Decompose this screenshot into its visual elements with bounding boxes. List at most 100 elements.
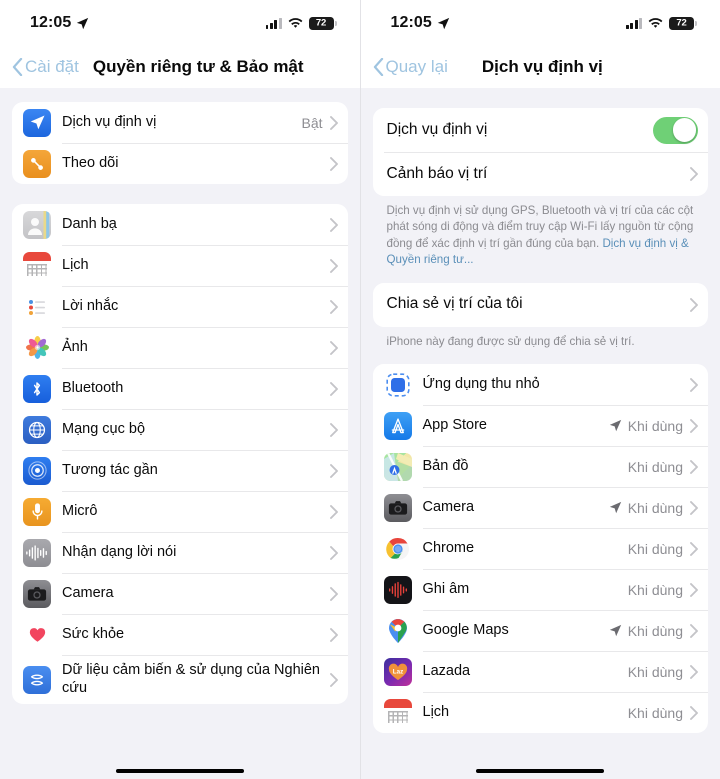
- page-title: Dịch vụ định vị: [481, 57, 603, 76]
- photos-icon: [23, 333, 51, 362]
- app-store-icon: [383, 411, 412, 440]
- list-item-label: Ứng dụng thu nhỏ: [422, 375, 540, 392]
- list-item-photos[interactable]: Ảnh: [12, 327, 348, 368]
- list-item-reminders[interactable]: Lời nhắc: [12, 286, 348, 327]
- nav-bar: Quay lại Dịch vụ định vị: [360, 46, 720, 88]
- chevron-right-icon: [329, 381, 338, 396]
- chevron-right-icon: [329, 627, 338, 642]
- list-item-speech-recognition[interactable]: Nhận dạng lời nói: [12, 532, 348, 573]
- wifi-icon: [288, 17, 302, 28]
- list-item-label: Camera: [62, 584, 114, 601]
- list-item-lazada[interactable]: Laz Lazada Khi dùng: [373, 651, 709, 692]
- location-services-toggle[interactable]: [653, 116, 698, 144]
- location-services-description: Dịch vụ định vị sử dụng GPS, Bluetooth v…: [373, 196, 709, 269]
- nearby-interactions-icon: [23, 456, 51, 485]
- list-item-apple-maps[interactable]: Bản đồ Khi dùng: [373, 446, 709, 487]
- list-item-label: Cảnh báo vị trí: [386, 164, 488, 182]
- list-item-google-maps[interactable]: Google Maps Khi dùng: [373, 610, 709, 651]
- chevron-right-icon: [329, 217, 338, 232]
- chevron-right-icon: [690, 541, 698, 556]
- list-item-nearby-interactions[interactable]: Tương tác gần: [12, 450, 348, 491]
- chevron-right-icon: [329, 545, 338, 560]
- status-bar-time: 12:05: [30, 14, 72, 31]
- battery-icon: 72: [308, 16, 337, 30]
- list-item-label: Lazada: [422, 662, 471, 679]
- battery-percent: 72: [315, 17, 327, 29]
- list-item-bluetooth[interactable]: Bluetooth: [12, 368, 348, 409]
- list-item-label: Ảnh: [62, 338, 88, 355]
- list-item-value: Khi dùng: [627, 581, 683, 598]
- list-item-location-services[interactable]: Dịch vụ định vị Bật: [12, 102, 348, 143]
- camera-icon: [23, 579, 51, 608]
- lazada-icon: Laz: [383, 657, 412, 686]
- calendar-icon: [383, 698, 412, 727]
- chevron-right-icon: [329, 586, 338, 601]
- list-item-contacts[interactable]: Danh bạ: [12, 204, 348, 245]
- svg-text:Laz: Laz: [392, 668, 403, 675]
- list-item-local-network[interactable]: Mạng cục bộ: [12, 409, 348, 450]
- list-item-camera[interactable]: Camera: [12, 573, 348, 614]
- list-item-calendar[interactable]: Lịch Khi dùng: [373, 692, 709, 733]
- list-item-app-clips[interactable]: Ứng dụng thu nhỏ: [373, 364, 709, 405]
- chevron-right-icon: [690, 664, 698, 679]
- chevron-right-icon: [329, 504, 338, 519]
- chevron-right-icon: [690, 377, 698, 392]
- home-indicator: [115, 768, 244, 773]
- list-item-value: Khi dùng: [627, 458, 683, 475]
- right-content: Dịch vụ định vị Cảnh báo vị trí Dịch vụ …: [360, 88, 720, 779]
- camera-icon: [383, 493, 412, 522]
- status-bar-right: 72: [626, 16, 697, 30]
- chevron-right-icon: [329, 672, 338, 687]
- battery-icon: 72: [669, 16, 697, 30]
- share-location-card: Chia sẻ vị trí của tôi: [372, 282, 709, 327]
- status-bar-left: 12:05: [30, 14, 89, 32]
- list-item-health[interactable]: Sức khỏe: [12, 614, 348, 655]
- location-arrow-icon: [609, 625, 621, 637]
- left-phone-screen: 12:05 72 Cài đặt Quyền riêng tư & Bảo mậ…: [0, 0, 361, 779]
- cellular-bars-icon: [626, 17, 642, 29]
- health-icon: [23, 620, 51, 649]
- google-maps-icon: [383, 616, 412, 645]
- list-item-research-sensor[interactable]: Dữ liệu cảm biến & sử dụng của Nghiên cứ…: [12, 655, 348, 704]
- list-item-microphone[interactable]: Micrô: [12, 491, 348, 532]
- list-item-chrome[interactable]: Chrome Khi dùng: [373, 528, 709, 569]
- list-item-label: Ghi âm: [422, 580, 470, 597]
- list-item-camera[interactable]: Camera Khi dùng: [373, 487, 709, 528]
- location-services-toggle-row[interactable]: Dịch vụ định vị: [373, 108, 709, 152]
- battery-percent: 72: [676, 17, 687, 29]
- speech-recognition-icon: [23, 538, 51, 567]
- list-item-voice-memos[interactable]: Ghi âm Khi dùng: [373, 569, 709, 610]
- list-item-value: Khi dùng: [627, 704, 683, 721]
- location-arrow-icon: [609, 420, 621, 432]
- list-item-value: Bật: [301, 114, 323, 131]
- list-item-label: Tương tác gần: [62, 461, 158, 478]
- list-item-tracking[interactable]: Theo dõi: [12, 143, 348, 184]
- list-item-label: Theo dõi: [62, 154, 119, 171]
- cellular-bars-icon: [265, 17, 282, 29]
- list-item-app-store[interactable]: App Store Khi dùng: [373, 405, 709, 446]
- status-bar-time: 12:05: [390, 14, 432, 31]
- list-item-label: Lời nhắc: [62, 297, 119, 314]
- contacts-icon: [23, 210, 51, 239]
- list-item-label: App Store: [422, 416, 488, 433]
- list-item-label: Chia sẻ vị trí của tôi: [386, 295, 523, 313]
- list-item-label: Micrô: [62, 502, 98, 519]
- list-item-value: Khi dùng: [627, 499, 683, 516]
- location-alerts-row[interactable]: Cảnh báo vị trí: [373, 152, 709, 196]
- share-my-location-row[interactable]: Chia sẻ vị trí của tôi: [373, 283, 709, 327]
- status-bar-left: 12:05: [391, 14, 450, 32]
- back-button[interactable]: Quay lại: [373, 57, 448, 77]
- chevron-right-icon: [690, 623, 698, 638]
- location-services-icon: [23, 108, 51, 137]
- back-button-label: Quay lại: [385, 57, 448, 76]
- list-item-calendar[interactable]: Lịch: [12, 245, 348, 286]
- page-title: Quyền riêng tư & Bảo mật: [92, 57, 304, 76]
- share-location-footnote: iPhone này đang được sử dụng để chia sẻ …: [386, 334, 635, 348]
- back-button[interactable]: Cài đặt: [12, 57, 79, 77]
- app-permissions-list: Ứng dụng thu nhỏ App Store Khi dùng Bản …: [372, 364, 709, 734]
- right-phone-screen: 12:05 72 Quay lại Dịch vụ định vị Dịch v…: [360, 0, 720, 779]
- app-clips-icon: [383, 370, 412, 399]
- list-item-value: Khi dùng: [627, 663, 683, 680]
- chevron-right-icon: [690, 459, 698, 474]
- chevron-right-icon: [690, 582, 698, 597]
